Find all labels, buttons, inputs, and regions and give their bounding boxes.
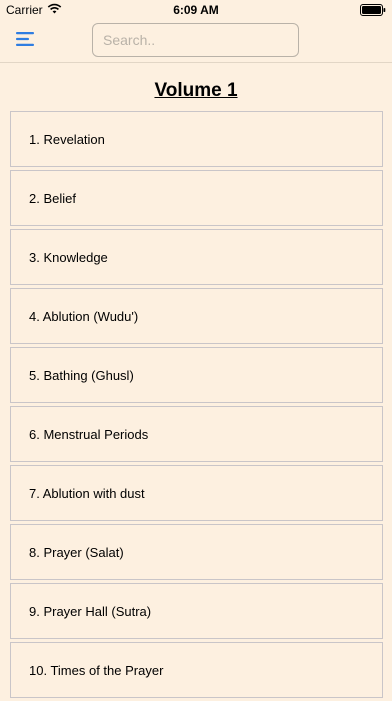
chapter-item-ablution[interactable]: 4. Ablution (Wudu') — [10, 288, 383, 344]
status-bar: Carrier 6:09 AM — [0, 0, 392, 20]
chapter-label: 7. Ablution with dust — [29, 485, 145, 501]
chapter-item-revelation[interactable]: 1. Revelation — [10, 111, 383, 167]
chapter-item-belief[interactable]: 2. Belief — [10, 170, 383, 226]
chapter-item-ablution-with-dust[interactable]: 7. Ablution with dust — [10, 465, 383, 521]
chapter-label: 3. Knowledge — [29, 249, 108, 265]
chapter-item-times-of-prayer[interactable]: 10. Times of the Prayer — [10, 642, 383, 698]
menu-button[interactable] — [14, 31, 36, 51]
chapter-label: 6. Menstrual Periods — [29, 426, 149, 442]
chapter-label: 1. Revelation — [29, 131, 105, 147]
chapter-label: 9. Prayer Hall (Sutra) — [29, 603, 152, 619]
search-input[interactable] — [92, 23, 299, 57]
chapter-label: 5. Bathing (Ghusl) — [29, 367, 134, 383]
chapter-label: 8. Prayer (Salat) — [29, 544, 124, 560]
chapter-item-menstrual-periods[interactable]: 6. Menstrual Periods — [10, 406, 383, 462]
chapter-label: 4. Ablution (Wudu') — [29, 308, 139, 324]
chapter-item-knowledge[interactable]: 3. Knowledge — [10, 229, 383, 285]
status-time: 6:09 AM — [173, 3, 219, 17]
chapter-list: 1. Revelation 2. Belief 3. Knowledge 4. … — [10, 111, 383, 701]
chapter-label: 2. Belief — [29, 190, 76, 206]
hamburger-menu-icon — [16, 31, 34, 51]
battery-icon — [360, 4, 386, 19]
chapter-item-prayer-hall[interactable]: 9. Prayer Hall (Sutra) — [10, 583, 383, 639]
volume-title: Volume 1 — [154, 80, 238, 101]
chapter-item-prayer[interactable]: 8. Prayer (Salat) — [10, 524, 383, 580]
chapter-label: 10. Times of the Prayer — [29, 662, 164, 678]
navigation-bar — [0, 20, 392, 63]
chapter-item-bathing[interactable]: 5. Bathing (Ghusl) — [10, 347, 383, 403]
